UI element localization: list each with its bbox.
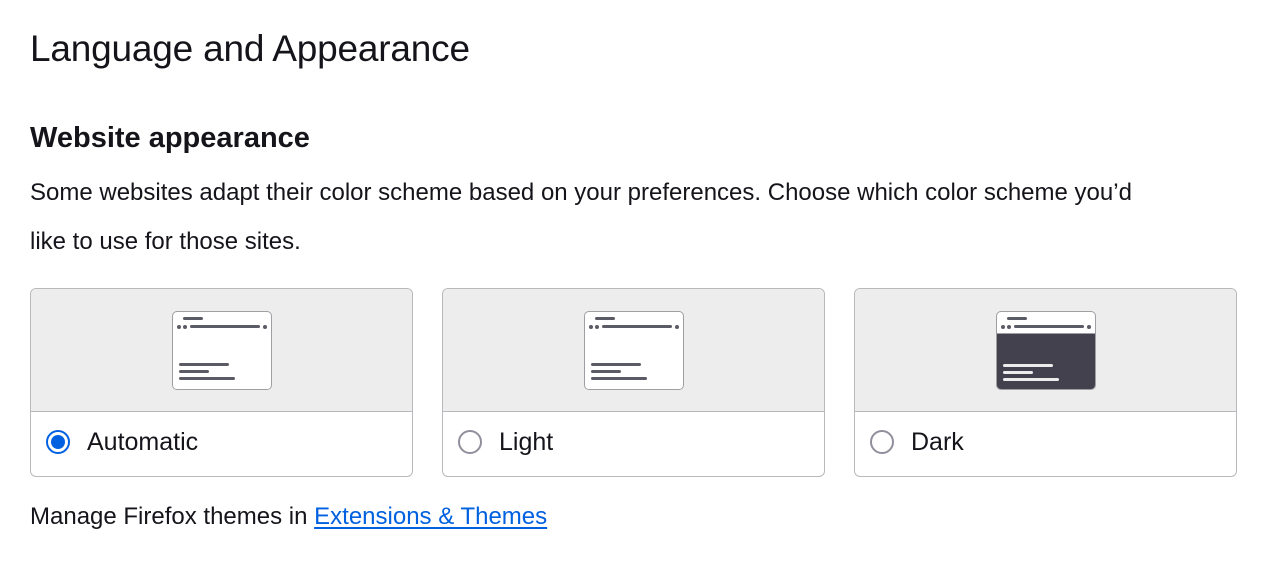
color-scheme-options: Automatic Light Dark xyxy=(30,288,1238,477)
option-footer: Automatic xyxy=(31,412,412,476)
manage-themes-text: Manage Firefox themes in Extensions & Th… xyxy=(30,503,547,531)
website-appearance-description: Some websites adapt their color scheme b… xyxy=(30,179,1132,255)
extensions-themes-link[interactable]: Extensions & Themes xyxy=(314,503,547,530)
option-footer: Light xyxy=(443,412,824,476)
color-scheme-option-light[interactable]: Light xyxy=(442,288,825,477)
option-label-automatic: Automatic xyxy=(87,428,199,456)
light-window-icon xyxy=(584,311,684,390)
website-appearance-heading: Website appearance xyxy=(30,122,310,154)
option-label-dark: Dark xyxy=(911,428,964,456)
radio-light[interactable] xyxy=(458,430,482,454)
option-preview xyxy=(31,289,412,412)
radio-automatic[interactable] xyxy=(46,430,70,454)
option-footer: Dark xyxy=(855,412,1236,476)
color-scheme-option-dark[interactable]: Dark xyxy=(854,288,1237,477)
page-title: Language and Appearance xyxy=(30,28,470,69)
light-window-icon xyxy=(172,311,272,390)
option-preview xyxy=(855,289,1236,412)
manage-themes-prefix: Manage Firefox themes in xyxy=(30,503,315,530)
dark-window-icon xyxy=(996,311,1096,390)
option-preview xyxy=(443,289,824,412)
radio-dark[interactable] xyxy=(870,430,894,454)
option-label-light: Light xyxy=(499,428,554,456)
color-scheme-option-automatic[interactable]: Automatic xyxy=(30,288,413,477)
